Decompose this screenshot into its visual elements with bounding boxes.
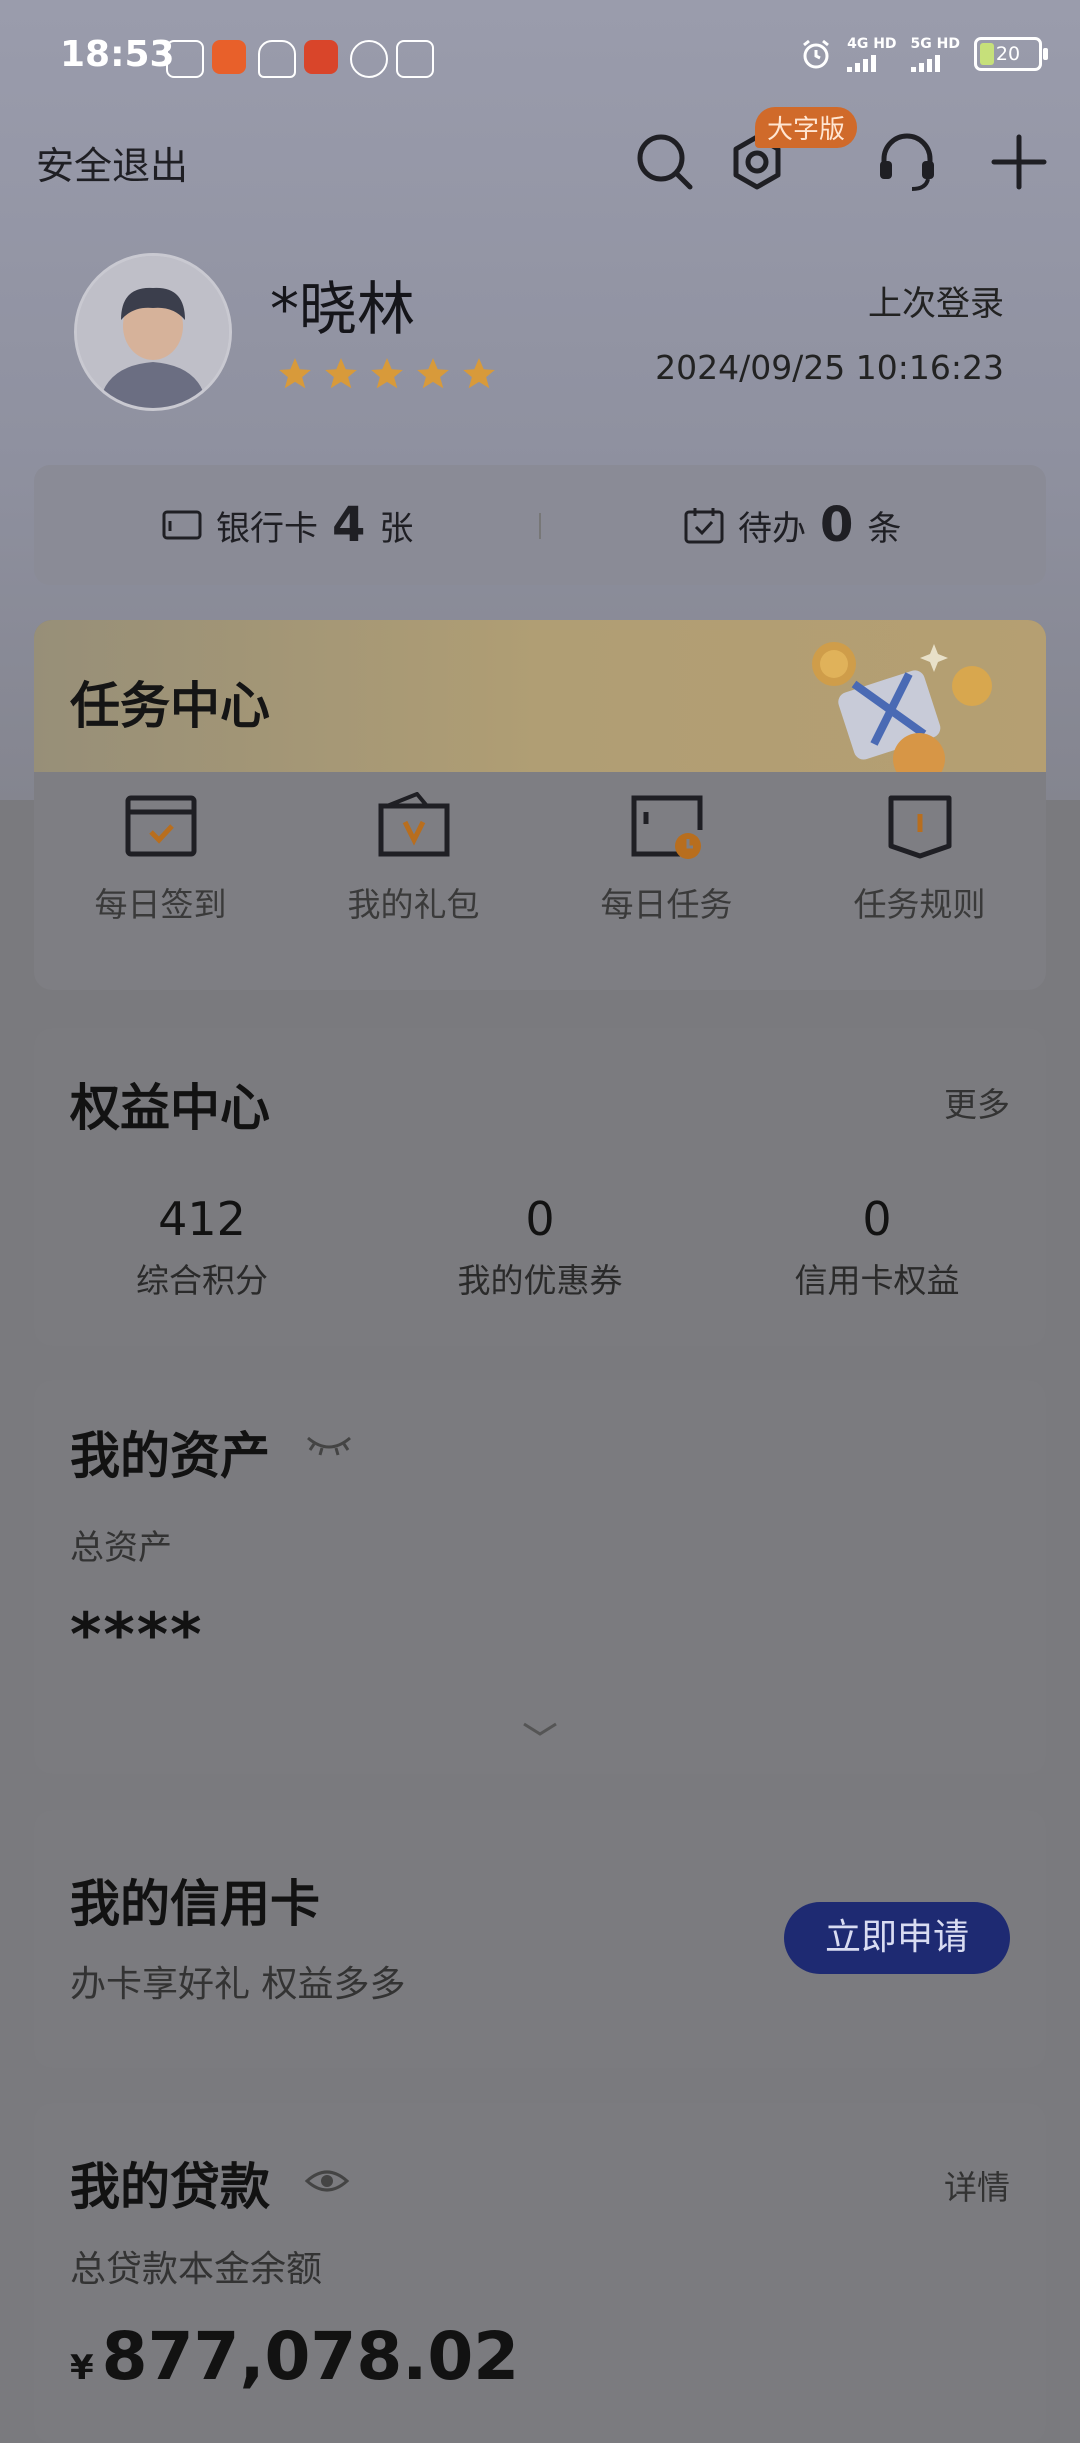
last-login-label: 上次登录 <box>868 284 1004 324</box>
shopping-app-icon <box>212 40 246 74</box>
task-rules[interactable]: 任务规则 <box>793 792 1046 972</box>
coupons-label: 我的优惠券 <box>457 1261 623 1300</box>
task-center-card: 任务中心 每日签到 我的礼包 每日任务 任务规则 <box>34 620 1046 990</box>
card-rights-item[interactable]: 0 信用卡权益 <box>727 1192 1027 1302</box>
loan-detail-link[interactable]: 详情 <box>944 2161 1010 2209</box>
signal-bars-1-icon <box>847 52 896 72</box>
task-label: 我的礼包 <box>347 885 480 924</box>
network-4g: 4G HD <box>847 36 897 52</box>
star-icon <box>325 358 357 389</box>
card-rights-value: 0 <box>862 1192 892 1246</box>
top-nav: 安全退出 大字版 <box>0 107 1080 205</box>
todo-summary[interactable]: 待办 0 条 <box>684 465 901 585</box>
task-clock-icon <box>631 795 702 859</box>
todo-calendar-icon <box>684 508 724 544</box>
alarm-icon <box>803 39 830 69</box>
customer-service-icon[interactable] <box>872 127 942 197</box>
task-label: 每日任务 <box>600 885 733 924</box>
loan-balance-label: 总贷款本金余额 <box>70 2249 323 2290</box>
coupons-item[interactable]: 0 我的优惠券 <box>390 1192 690 1302</box>
big-font-badge[interactable]: 大字版 <box>755 107 858 148</box>
battery-level: 20 <box>995 43 1021 65</box>
total-assets-value: **** <box>70 1600 204 1670</box>
gift-folder-icon <box>378 792 449 857</box>
todo-count: 0 <box>820 497 854 553</box>
coupons-value: 0 <box>525 1192 555 1246</box>
status-time: 18:53 <box>60 34 175 75</box>
credit-card-title: 我的信用卡 <box>70 1875 320 1933</box>
bank-card-label: 银行卡 <box>216 508 318 549</box>
username: *晓林 <box>270 275 416 343</box>
wallet-app-icon <box>396 40 434 78</box>
loan-balance: ¥877,078.02 <box>70 2318 519 2395</box>
apply-card-button[interactable]: 立即申请 <box>784 1902 1010 1974</box>
robot-app-icon <box>258 40 296 78</box>
rights-more-link[interactable]: 更多 <box>944 1078 1010 1126</box>
points-item[interactable]: 412 综合积分 <box>52 1192 352 1302</box>
star-icon <box>371 358 403 389</box>
task-center-grid: 每日签到 我的礼包 每日任务 任务规则 <box>34 792 1046 972</box>
user-avatar-icon <box>77 256 229 408</box>
assets-card: 我的资产 <box>34 1380 1046 1774</box>
task-label: 每日签到 <box>94 885 227 924</box>
search-icon[interactable] <box>630 127 700 197</box>
status-right: 4G HD 5G HD 20 <box>799 36 1048 72</box>
network-5g: 5G HD <box>910 36 960 52</box>
calendar-check-icon <box>125 795 196 857</box>
avatar[interactable] <box>74 253 232 411</box>
todo-label: 待办 <box>738 508 806 549</box>
eye-closed-icon[interactable] <box>304 1430 354 1460</box>
cat-app-icon <box>166 40 204 78</box>
points-value: 412 <box>158 1192 246 1246</box>
task-center-header: 任务中心 <box>34 620 1046 772</box>
loan-balance-value: 877,078.02 <box>101 2318 520 2395</box>
bank-card-icon <box>162 510 202 540</box>
bank-card-unit: 张 <box>379 508 414 549</box>
eye-open-icon[interactable] <box>304 2165 350 2197</box>
bank-card-count: 4 <box>332 497 366 553</box>
battery-icon: 20 <box>974 37 1048 71</box>
task-daily-checkin[interactable]: 每日签到 <box>34 792 287 972</box>
star-rating <box>276 355 498 393</box>
summary-divider <box>539 513 541 539</box>
total-assets-label: 总资产 <box>70 1528 172 1568</box>
mango-app-icon <box>304 40 338 74</box>
star-icon <box>463 358 495 389</box>
star-icon <box>417 358 449 389</box>
account-summary: 银行卡 4 张 待办 0 条 <box>34 465 1046 585</box>
todo-unit: 条 <box>867 508 902 549</box>
rights-center-title: 权益中心 <box>70 1079 270 1137</box>
chevron-down-icon[interactable] <box>520 1720 560 1740</box>
add-icon[interactable] <box>984 127 1054 197</box>
task-center-title: 任务中心 <box>70 677 270 735</box>
assets-title: 我的资产 <box>70 1427 270 1485</box>
rule-book-icon <box>888 795 951 859</box>
points-label: 综合积分 <box>136 1261 268 1300</box>
gift-coins-illustration-icon <box>812 642 992 772</box>
credit-card-subtitle: 办卡享好礼 权益多多 <box>70 1964 406 2005</box>
loan-title: 我的贷款 <box>70 2158 270 2216</box>
status-bar: 18:53 4G HD 5G HD 20 <box>0 0 1080 115</box>
last-login-time: 2024/09/25 10:16:23 <box>655 348 1004 387</box>
currency-symbol: ¥ <box>70 2348 94 2388</box>
signal-bars-2-icon <box>910 52 960 72</box>
task-daily-task[interactable]: 每日任务 <box>540 792 793 972</box>
logout-button[interactable]: 安全退出 <box>36 135 188 190</box>
star-icon <box>279 358 311 389</box>
bank-card-summary[interactable]: 银行卡 4 张 <box>162 465 413 585</box>
task-label: 任务规则 <box>853 885 986 924</box>
task-my-gift[interactable]: 我的礼包 <box>287 792 540 972</box>
card-rights-label: 信用卡权益 <box>794 1261 960 1300</box>
globe-app-icon <box>350 40 388 78</box>
